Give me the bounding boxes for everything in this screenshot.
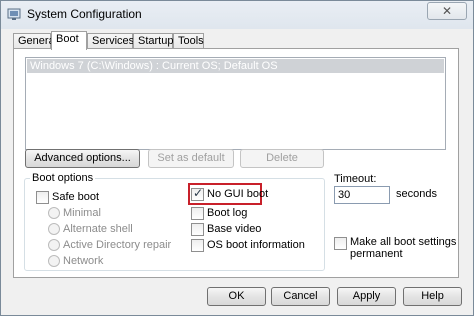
make-permanent-checkbox[interactable] (334, 237, 347, 250)
ok-button[interactable]: OK (207, 287, 266, 306)
delete-button[interactable]: Delete (240, 149, 324, 168)
tab-services[interactable]: Services (87, 33, 134, 49)
active-directory-repair-radio[interactable] (48, 239, 60, 251)
os-boot-information-label: OS boot information (207, 239, 305, 251)
make-permanent-label-line1: Make all boot settings (350, 236, 457, 248)
system-config-icon (7, 8, 21, 20)
timeout-unit-label: seconds (396, 188, 437, 200)
apply-button[interactable]: Apply (337, 287, 396, 306)
system-configuration-window: System Configuration ✕ General Boot Serv… (0, 0, 474, 316)
alternate-shell-label: Alternate shell (63, 223, 133, 235)
os-list-item[interactable]: Windows 7 (C:\Windows) : Current OS; Def… (27, 59, 444, 73)
active-directory-repair-label: Active Directory repair (63, 239, 172, 251)
advanced-options-button[interactable]: Advanced options... (25, 149, 140, 168)
no-gui-boot-checkbox[interactable]: ✓ (191, 186, 204, 201)
boot-log-checkbox[interactable] (191, 207, 204, 220)
help-button[interactable]: Help (403, 287, 462, 306)
safe-boot-label: Safe boot (52, 191, 100, 203)
make-permanent-label-line2: permanent (350, 248, 403, 260)
timeout-input[interactable]: 30 (334, 186, 390, 204)
tab-boot[interactable]: Boot (51, 31, 87, 50)
window-title: System Configuration (27, 7, 142, 21)
base-video-checkbox[interactable] (191, 223, 204, 236)
minimal-label: Minimal (63, 207, 101, 219)
cancel-button[interactable]: Cancel (271, 287, 330, 306)
tab-general[interactable]: General (13, 33, 57, 49)
os-boot-information-checkbox[interactable] (191, 239, 204, 252)
title-bar: System Configuration ✕ (1, 1, 473, 29)
close-icon: ✕ (441, 4, 453, 18)
network-label: Network (63, 255, 104, 267)
minimal-radio[interactable] (48, 207, 60, 219)
tab-tools[interactable]: Tools (173, 33, 204, 49)
no-gui-boot-label: No GUI boot (207, 188, 269, 200)
base-video-label: Base video (207, 223, 262, 235)
boot-tab-panel: Windows 7 (C:\Windows) : Current OS; Def… (13, 48, 459, 278)
tab-startup[interactable]: Startup (133, 33, 173, 49)
safe-boot-checkbox[interactable] (36, 191, 49, 204)
set-as-default-button[interactable]: Set as default (148, 149, 234, 168)
boot-log-label: Boot log (207, 207, 248, 219)
timeout-label: Timeout: (334, 173, 377, 185)
boot-options-legend: Boot options (30, 172, 96, 184)
network-radio[interactable] (48, 255, 60, 267)
checkmark-icon: ✓ (193, 186, 204, 200)
alternate-shell-radio[interactable] (48, 223, 60, 235)
close-button[interactable]: ✕ (427, 2, 467, 20)
os-list[interactable]: Windows 7 (C:\Windows) : Current OS; Def… (25, 57, 446, 150)
